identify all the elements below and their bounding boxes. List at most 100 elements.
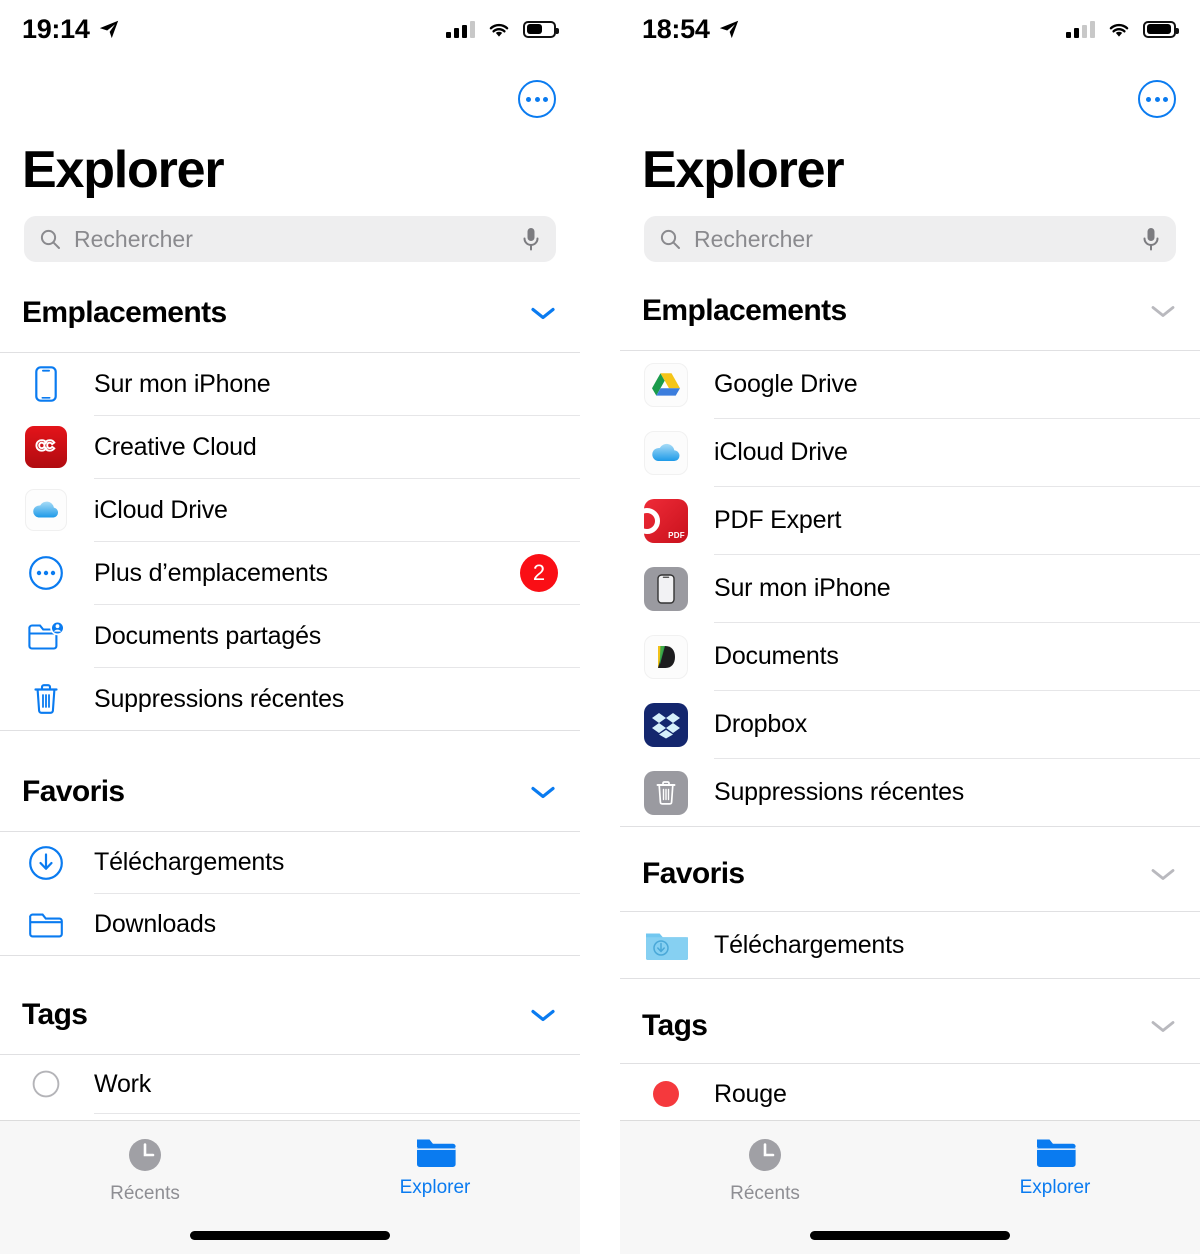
list-item-suppressions-recentes[interactable]: Suppressions récentes [620,759,1200,826]
search-input[interactable]: Rechercher [24,216,556,262]
pdf-expert-icon: PDF [644,498,688,543]
downloads-folder-blue-icon [644,928,688,962]
location-arrow-icon [719,20,738,39]
spacer [0,956,580,998]
chevron-down-icon[interactable] [1148,865,1178,883]
left-nav-row [0,58,580,118]
home-indicator[interactable] [190,1231,390,1240]
search-placeholder: Rechercher [694,225,813,252]
documents-app-icon [644,634,688,679]
list-item-work[interactable]: Work [0,1055,580,1113]
icloud-drive-icon [644,430,688,475]
list-item-label: Rouge [714,1079,787,1108]
list-item-creative-cloud[interactable]: Creative Cloud [0,416,580,478]
chevron-down-icon[interactable] [528,304,558,322]
section-header-emplacements[interactable]: Emplacements [620,294,1200,328]
adobe-creative-cloud-icon [24,426,68,468]
tab-explorer[interactable]: Explorer [910,1121,1200,1217]
section-header-tags[interactable]: Tags [0,998,580,1032]
list-item-sur-mon-iphone[interactable]: Sur mon iPhone [620,555,1200,622]
tab-recents[interactable]: Récents [620,1121,910,1217]
favorites-list: Téléchargements [620,912,1200,979]
wifi-icon [489,23,509,37]
status-left-group: 18:54 [642,14,740,45]
section-title: Favoris [22,775,125,808]
section-title: Favoris [642,857,745,890]
folder-outline-icon [24,910,68,940]
list-item-label: Plus d’emplacements [94,558,328,587]
folder-filled-icon [417,1139,456,1167]
list-item-label: Dropbox [714,710,808,738]
left-status-bar: 19:14 [0,0,580,58]
more-circle-icon [24,555,68,591]
spacer [620,827,1200,857]
tab-label: Récents [110,1183,180,1204]
clock-icon [129,1139,161,1171]
section-title: Emplacements [22,296,227,329]
left-phone-screen: 19:14 Explorer Rechercher Emplacements S… [0,0,580,1254]
list-item-label: Google Drive [714,370,858,398]
locations-list: Google Drive iCloud Drive PDF PDF Expert… [620,351,1200,827]
tab-recents[interactable]: Récents [0,1121,290,1217]
list-item-sur-mon-iphone[interactable]: Sur mon iPhone [0,353,580,415]
list-item-rouge[interactable]: Rouge [620,1064,1200,1124]
list-item-google-drive[interactable]: Google Drive [620,351,1200,418]
iphone-outline-icon [24,366,68,402]
list-item-documents[interactable]: Documents [620,623,1200,690]
page-title: Explorer [642,141,845,199]
section-header-tags[interactable]: Tags [620,1009,1200,1043]
tab-label: Récents [730,1183,800,1204]
search-input[interactable]: Rechercher [644,216,1176,262]
icloud-drive-icon [24,489,68,531]
tab-explorer[interactable]: Explorer [290,1121,580,1217]
chevron-down-icon[interactable] [1148,302,1178,320]
list-item-label: Documents [714,642,839,670]
microphone-icon[interactable] [1140,226,1162,252]
list-item-label: Suppressions récentes [714,778,965,806]
status-time: 19:14 [22,13,90,44]
favorites-list: Téléchargements Downloads [0,832,580,956]
status-badge: 2 [520,554,558,592]
status-right-group [1066,20,1179,39]
section-header-emplacements[interactable]: Emplacements [0,296,580,330]
search-placeholder: Rechercher [74,225,193,252]
list-item-label: Suppressions récentes [94,684,345,713]
chevron-down-icon[interactable] [1148,1017,1178,1035]
battery-icon [523,20,559,38]
list-item-downloads[interactable]: Downloads [0,894,580,955]
list-item-pdf-expert[interactable]: PDF PDF Expert [620,487,1200,554]
right-search-wrap: Rechercher [620,200,1200,262]
status-left-group: 19:14 [22,14,120,45]
list-item-icloud-drive[interactable]: iCloud Drive [620,419,1200,486]
list-item-label: Sur mon iPhone [94,369,271,398]
panel-gap [580,0,620,1254]
more-options-button[interactable] [518,80,556,118]
dual-screenshot-comparison: 19:14 Explorer Rechercher Emplacements S… [0,0,1200,1254]
cellular-signal-icon [446,20,475,38]
list-item-label: Creative Cloud [94,432,257,461]
home-indicator[interactable] [810,1231,1010,1240]
list-item-plus-emplacements[interactable]: Plus d’emplacements 2 [0,542,580,604]
list-item-documents-partages[interactable]: Documents partagés [0,605,580,667]
microphone-icon[interactable] [520,226,542,252]
list-item-telechargements[interactable]: Téléchargements [620,912,1200,978]
list-item-telechargements[interactable]: Téléchargements [0,832,580,893]
chevron-down-icon[interactable] [528,783,558,801]
left-search-wrap: Rechercher [0,200,580,262]
list-item-dropbox[interactable]: Dropbox [620,691,1200,758]
section-header-favoris[interactable]: Favoris [0,775,580,809]
right-phone-screen: 18:54 Explorer Rechercher Emplacements G… [620,0,1200,1254]
right-tab-bar: Récents Explorer [620,1120,1200,1254]
download-circle-icon [24,845,68,881]
right-nav-row [620,58,1200,118]
list-item-icloud-drive[interactable]: iCloud Drive [0,479,580,541]
list-item-label: iCloud Drive [714,438,848,466]
section-header-favoris[interactable]: Favoris [620,857,1200,891]
list-item-label: iCloud Drive [94,495,228,524]
more-options-button[interactable] [1138,80,1176,118]
list-item-suppressions-recentes[interactable]: Suppressions récentes [0,668,580,730]
chevron-down-icon[interactable] [528,1006,558,1024]
list-item-label: Documents partagés [94,621,322,650]
